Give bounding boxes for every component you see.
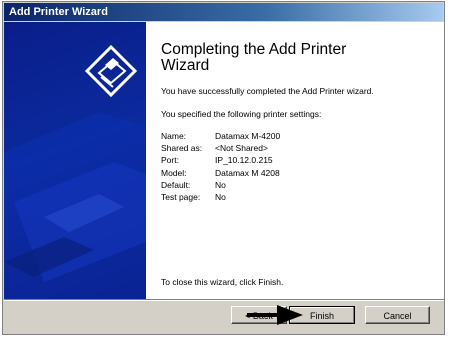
setting-row-default: Default: No [161,179,436,191]
setting-label: Port: [161,155,179,166]
setting-label: Default: [161,179,191,190]
wizard-sidebar [4,22,146,299]
setting-row-model: Model: Datamax M 4208 [161,167,436,179]
setting-label: Model: [161,167,187,178]
settings-list: Name: Datamax M-4200 Shared as: <Not Sha… [161,130,436,204]
page-title-line1: Completing the Add Printer [161,41,347,58]
closing-text: To close this wizard, click Finish. [161,277,284,287]
page-title: Completing the Add Printer Wizard [161,42,436,74]
settings-intro-text: You specified the following printer sett… [161,109,322,119]
wizard-main-panel: Completing the Add Printer Wizard You ha… [161,30,436,204]
setting-row-name: Name: Datamax M-4200 [161,130,436,142]
setting-value: IP_10.12.0.215 [215,155,273,166]
setting-value: No [215,192,226,203]
setting-row-shared: Shared as: <Not Shared> [161,142,436,154]
page-title-line2: Wizard [161,57,210,74]
setting-label: Test page: [161,192,201,203]
setting-value: <Not Shared> [215,142,268,153]
setting-value: Datamax M-4200 [215,130,281,141]
setting-value: Datamax M 4208 [215,167,280,178]
wizard-content: Completing the Add Printer Wizard You ha… [4,22,444,299]
intro-text: You have successfully completed the Add … [161,86,374,96]
button-divider [4,299,444,301]
setting-label: Shared as: [161,142,203,153]
printer-wizard-icon [84,44,138,98]
add-printer-wizard-window: Add Printer Wizard Completing the Add Pr… [2,1,445,335]
title-bar: Add Printer Wizard [4,3,443,21]
setting-label: Name: [161,130,187,141]
cancel-button[interactable]: Cancel [365,306,430,324]
printer-artwork [4,112,146,299]
setting-value: No [215,179,226,190]
setting-row-port: Port: IP_10.12.0.215 [161,155,436,167]
setting-row-test-page: Test page: No [161,191,436,203]
pointer-arrow-icon [247,305,303,325]
